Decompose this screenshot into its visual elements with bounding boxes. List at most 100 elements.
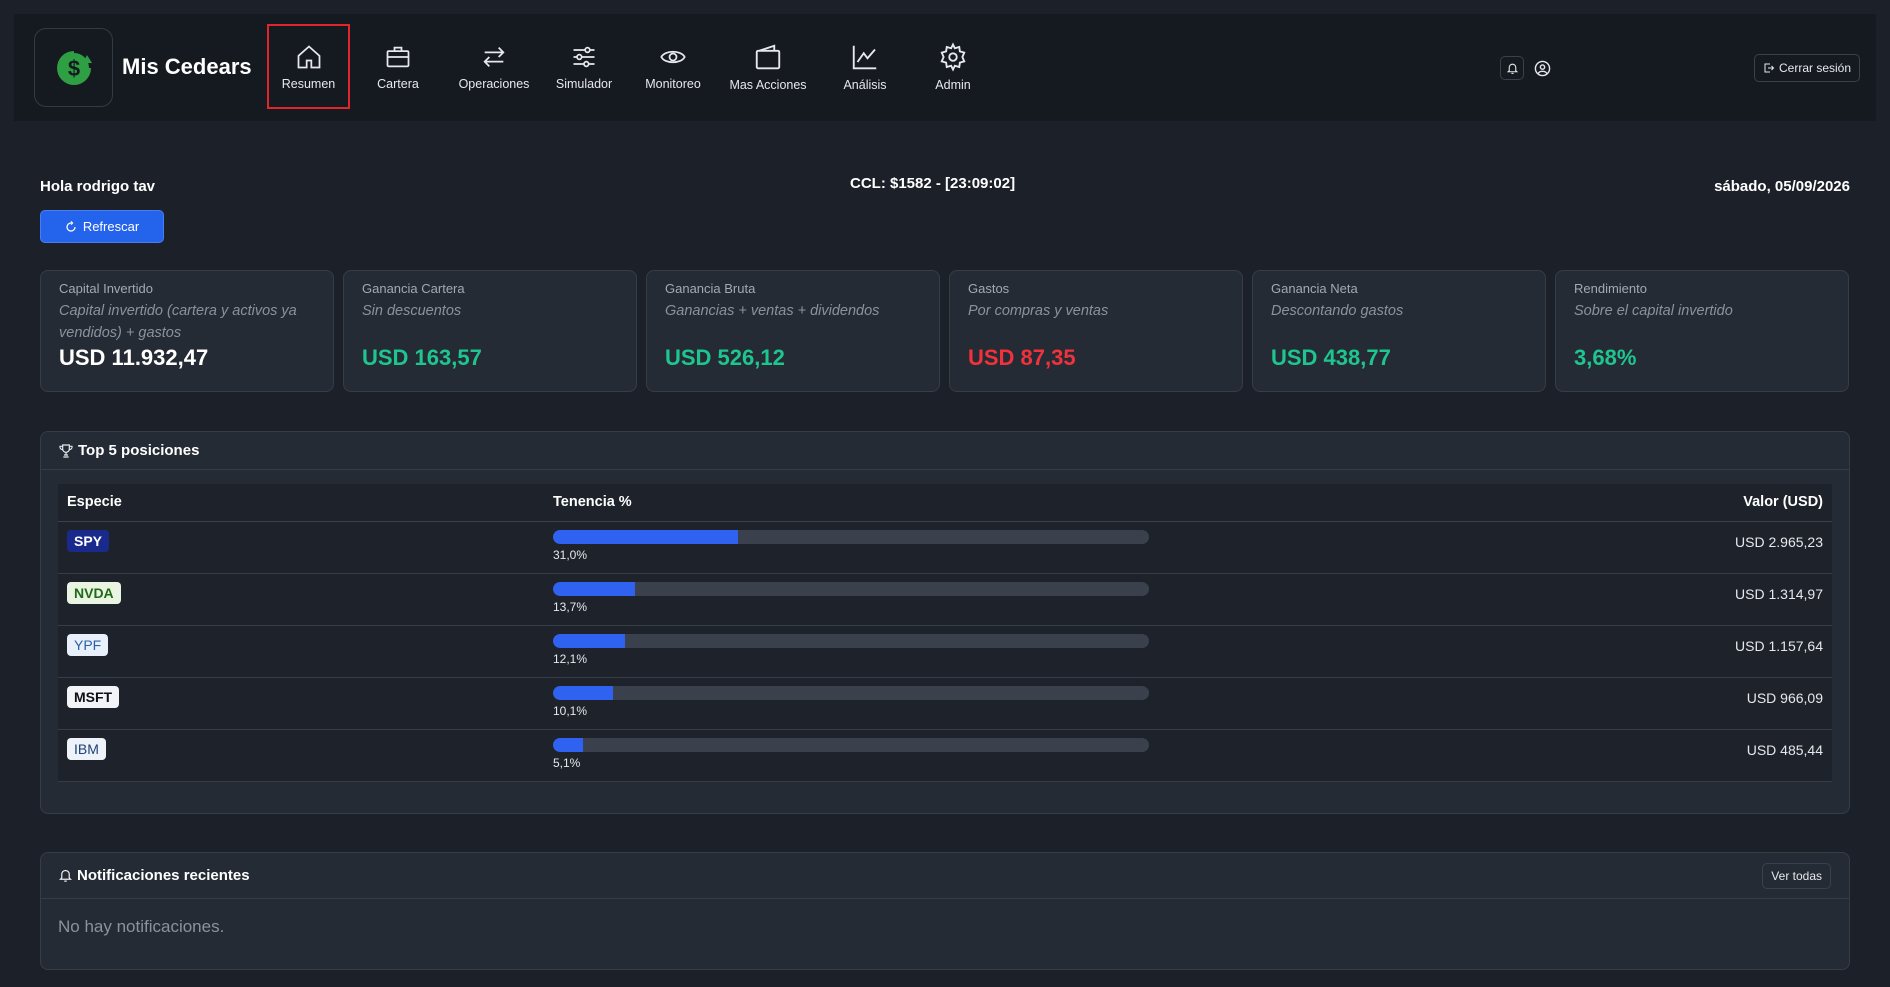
card-value: USD 438,77 (1271, 345, 1391, 370)
ticker-badge[interactable]: MSFT (67, 685, 120, 708)
card-ganancia-bruta: Ganancia Bruta Ganancias + ventas + divi… (646, 270, 940, 392)
app-logo[interactable]: $ (34, 28, 113, 107)
logout-button[interactable]: Cerrar sesión (1754, 54, 1861, 82)
card-subtitle: Capital invertido (cartera y activos ya … (59, 303, 297, 341)
cell-tenencia: 13,7% (544, 573, 1244, 626)
cell-valor: USD 1.157,64 (1244, 625, 1832, 678)
sliders-icon (573, 46, 595, 67)
notifications-panel: Notificaciones recientes Ver todas No ha… (40, 852, 1850, 970)
ticker-badge[interactable]: YPF (67, 633, 109, 656)
holding-bar-fill (553, 633, 626, 648)
nav-label: Admin (935, 77, 971, 92)
card-title: Rendimiento (1574, 281, 1647, 296)
nav-label: Análisis (843, 77, 887, 92)
bell-icon (1506, 63, 1518, 74)
holding-bar (553, 581, 1149, 596)
nav-monitoreo[interactable]: Monitoreo (628, 24, 718, 109)
holding-bar (553, 737, 1149, 752)
notifications-title: Notificaciones recientes (77, 867, 250, 884)
nav-label: Mas Acciones (729, 77, 807, 92)
nav-operaciones[interactable]: Operaciones (446, 24, 542, 109)
nav-cartera[interactable]: Cartera (358, 24, 438, 109)
home-icon (297, 44, 320, 68)
notifications-button[interactable] (1500, 56, 1524, 80)
brand-name: Mis Cedears (122, 54, 252, 79)
card-subtitle: Ganancias + ventas + dividendos (665, 303, 880, 319)
card-subtitle: Por compras y ventas (968, 303, 1109, 319)
holding-percent: 31,0% (553, 547, 588, 562)
wallet-icon (755, 43, 781, 69)
card-title: Ganancia Cartera (362, 281, 465, 296)
card-subtitle: Sin descuentos (362, 303, 462, 319)
card-title: Ganancia Bruta (665, 281, 756, 296)
nav-label: Cartera (377, 76, 419, 91)
nav-label: Simulador (555, 76, 613, 91)
cell-tenencia: 5,1% (544, 729, 1244, 782)
nav-admin[interactable]: Admin (910, 24, 996, 109)
holding-bar-fill (553, 737, 584, 752)
profile-button[interactable] (1530, 56, 1554, 80)
cell-tenencia: 12,1% (544, 625, 1244, 678)
gear-icon (940, 41, 966, 72)
card-rendimiento: Rendimiento Sobre el capital invertido 3… (1555, 270, 1849, 392)
summary-cards: Capital Invertido Capital invertido (car… (40, 270, 1850, 392)
holding-bar (553, 685, 1149, 700)
current-date: sábado, 05/09/2026 (1714, 178, 1850, 195)
bell-icon (58, 869, 73, 882)
cell-valor: USD 485,44 (1244, 729, 1832, 782)
empty-notifications: No hay notificaciones. (58, 917, 225, 936)
card-title: Ganancia Neta (1271, 281, 1358, 296)
holding-percent: 10,1% (553, 703, 588, 718)
holding-percent: 12,1% (553, 651, 588, 666)
nav-simulador[interactable]: Simulador (544, 24, 624, 109)
holding-bar (553, 633, 1149, 648)
card-value: USD 163,57 (362, 345, 482, 370)
nav-resumen[interactable]: Resumen (267, 24, 350, 109)
user-circle-icon (1534, 60, 1550, 76)
cell-tenencia: 31,0% (544, 521, 1244, 574)
col-especie: Especie (58, 484, 544, 522)
chart-line-icon (852, 45, 877, 69)
cell-especie: MSFT (58, 677, 544, 730)
nav-mas-acciones[interactable]: Mas Acciones (718, 24, 818, 109)
arrows-swap-icon (483, 46, 505, 67)
top5-header: Top 5 posiciones (41, 432, 1849, 470)
holding-bar-fill (553, 685, 614, 700)
cell-valor: USD 1.314,97 (1244, 573, 1832, 626)
card-value: 3,68% (1574, 345, 1637, 370)
table-header-row: Especie Tenencia % Valor (USD) (58, 484, 1832, 522)
dollar-refresh-icon: $ (56, 48, 93, 85)
col-tenencia: Tenencia % (544, 484, 1244, 522)
cell-especie: YPF (58, 625, 544, 678)
card-value: USD 526,12 (665, 345, 785, 370)
ticker-badge[interactable]: SPY (67, 529, 110, 552)
card-gastos: Gastos Por compras y ventas USD 87,35 (949, 270, 1243, 392)
card-capital-invertido: Capital Invertido Capital invertido (car… (40, 270, 334, 392)
eye-icon (660, 50, 686, 63)
card-ganancia-neta: Ganancia Neta Descontando gastos USD 438… (1252, 270, 1546, 392)
holding-percent: 5,1% (553, 755, 581, 770)
holding-bar-fill (553, 529, 738, 544)
nav-analisis[interactable]: Análisis (820, 24, 910, 109)
ticker-badge[interactable]: IBM (67, 737, 106, 760)
see-all-button[interactable]: Ver todas (1762, 863, 1831, 889)
notifications-header: Notificaciones recientes (41, 853, 1849, 899)
top5-table: Especie Tenencia % Valor (USD) SPY 31,0% U… (58, 484, 1832, 782)
table-row: NVDA 13,7% USD 1.314,97 (58, 573, 1832, 626)
col-valor: Valor (USD) (1244, 484, 1832, 522)
cell-valor: USD 966,09 (1244, 677, 1832, 730)
refresh-button[interactable]: Refrescar (40, 210, 164, 243)
cell-especie: NVDA (58, 573, 544, 626)
ticker-badge[interactable]: NVDA (67, 581, 121, 604)
table-row: IBM 5,1% USD 485,44 (58, 729, 1832, 782)
top5-title: Top 5 posiciones (78, 442, 200, 459)
table-row: YPF 12,1% USD 1.157,64 (58, 625, 1832, 678)
top-navbar: $ Mis Cedears Resumen Cartera Operacione… (14, 14, 1876, 121)
top5-panel: Top 5 posiciones Especie Tenencia % Valo… (40, 431, 1850, 814)
briefcase-icon (386, 46, 410, 67)
refresh-label: Refrescar (82, 219, 140, 234)
logout-label: Cerrar sesión (1779, 61, 1852, 75)
cell-especie: SPY (58, 521, 544, 574)
holding-bar (553, 529, 1149, 544)
card-subtitle: Descontando gastos (1271, 303, 1404, 319)
